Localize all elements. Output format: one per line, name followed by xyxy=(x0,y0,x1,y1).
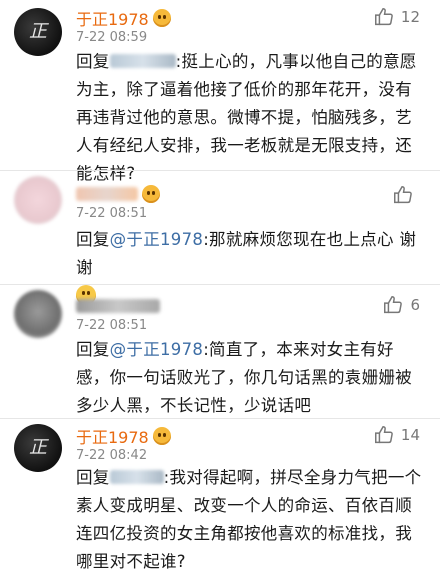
divider xyxy=(0,284,440,285)
avatar[interactable]: 正 xyxy=(14,424,62,472)
avatar[interactable]: 正 xyxy=(14,8,62,56)
username[interactable]: 于正1978 xyxy=(76,424,149,448)
smiley-badge-icon xyxy=(152,427,171,445)
timestamp: 7-22 08:59 xyxy=(76,30,148,45)
username[interactable] xyxy=(76,299,160,313)
like-count: 14 xyxy=(400,426,420,444)
comment-header xyxy=(76,182,160,206)
thumbs-up-icon xyxy=(374,8,393,26)
redacted-mention xyxy=(109,54,176,68)
like-button[interactable]: 12 xyxy=(373,6,420,28)
divider xyxy=(0,170,440,171)
comment-header xyxy=(76,294,160,318)
avatar[interactable] xyxy=(14,290,62,338)
redacted-mention xyxy=(109,470,164,484)
reply-prefix: 回复 xyxy=(76,230,110,249)
comment-header: 于正1978 xyxy=(76,424,171,448)
timestamp: 7-22 08:51 xyxy=(76,206,148,221)
comment-text: 回复:我对得起啊，拼尽全身力气把一个素人变成明星、改变一个人的命运、百依百顺连四… xyxy=(76,464,426,576)
comment-text: 回复:挺上心的，凡事以他自己的意愿为主，除了逼着他接了低价的那年花开，没有再违背… xyxy=(76,48,426,188)
like-button[interactable]: 14 xyxy=(373,424,420,446)
timestamp: 7-22 08:42 xyxy=(76,448,148,463)
like-button[interactable] xyxy=(392,184,420,206)
like-button[interactable]: 6 xyxy=(382,294,420,316)
reply-prefix: 回复 xyxy=(76,468,110,487)
thumbs-up-icon xyxy=(394,186,412,204)
reply-prefix: 回复 xyxy=(76,52,110,71)
like-count: 12 xyxy=(400,8,420,26)
thumbs-up-icon xyxy=(374,426,393,444)
like-count: 6 xyxy=(410,296,420,314)
comment-header: 于正1978 xyxy=(76,6,171,30)
mention-link[interactable]: @于正1978 xyxy=(110,230,204,249)
avatar-calligraphy: 正 xyxy=(29,21,47,42)
smiley-badge-icon xyxy=(142,185,160,203)
timestamp: 7-22 08:51 xyxy=(76,318,148,333)
smiley-badge-icon xyxy=(152,9,171,27)
username[interactable] xyxy=(76,187,138,201)
username[interactable]: 于正1978 xyxy=(76,6,149,30)
avatar-calligraphy: 正 xyxy=(29,437,47,458)
divider xyxy=(0,418,440,419)
reply-prefix: 回复 xyxy=(76,340,110,359)
mention-link[interactable]: @于正1978 xyxy=(110,340,204,359)
comment-text: 回复@于正1978:简直了，本来对女主有好感，你一句话败光了，你几句话黑的袁姗姗… xyxy=(76,336,426,420)
thumbs-up-icon xyxy=(384,296,403,314)
avatar[interactable] xyxy=(14,176,62,224)
comment-body: :挺上心的，凡事以他自己的意愿为主，除了逼着他接了低价的那年花开，没有再违背过他… xyxy=(76,52,417,183)
